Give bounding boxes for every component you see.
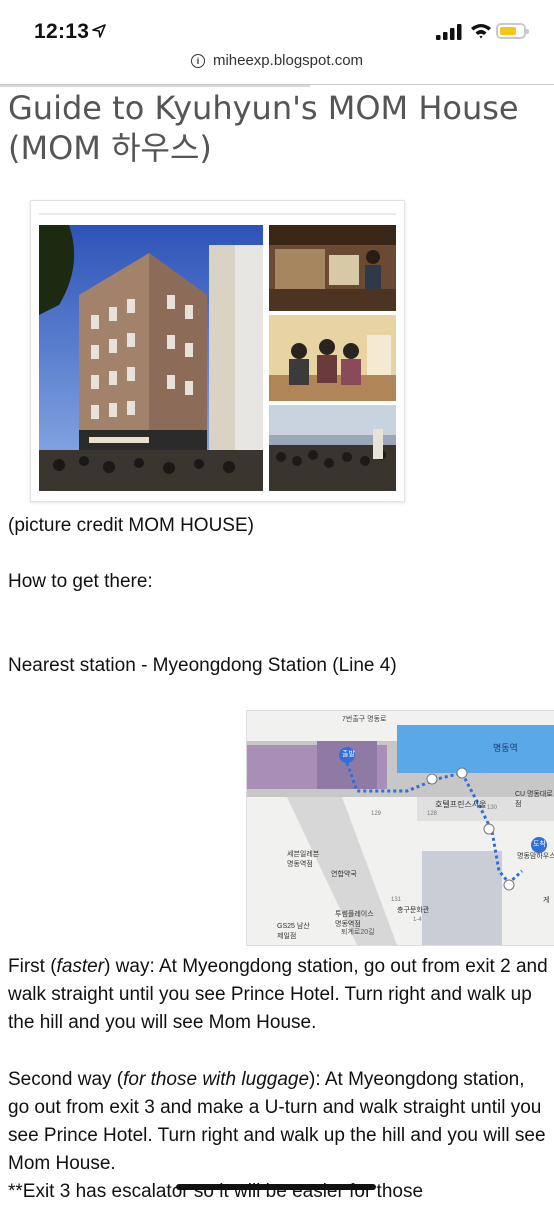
how-to-heading: How to get there:	[8, 571, 153, 592]
map-label-pharmacy: 연합약국	[331, 871, 357, 878]
map-label-gs: GS25 남산제일점	[277, 923, 310, 940]
map-label-seven: 세븐일레븐 명동역점	[287, 851, 320, 868]
nearest-station: Nearest station - Myeongdong Station (Li…	[8, 655, 397, 676]
map-label-prince: 호텔프린스서울	[435, 800, 487, 809]
map-label-128: 128	[427, 811, 438, 817]
map-label-mom: 명동맘하우스	[517, 853, 554, 860]
map-label-129: 129	[371, 811, 382, 817]
status-time: 12:13	[34, 20, 90, 43]
mom-house-photo[interactable]	[30, 200, 405, 502]
family-photo	[269, 315, 396, 401]
map-arrive-label: 도착	[533, 841, 546, 848]
page-load-progress	[0, 85, 310, 87]
map-label-130: 130	[487, 805, 498, 811]
info-icon[interactable]: i	[190, 54, 205, 69]
url-text[interactable]: miheexp.blogspot.com	[213, 52, 363, 69]
post-title: Guide to Kyuhyun's MOM House (MOM 하우스)	[8, 89, 519, 167]
map-label-two: 투썸플레이스 명동역점	[335, 911, 374, 928]
building-photo	[39, 225, 263, 491]
photo-credit: (picture credit MOM HOUSE)	[8, 515, 254, 536]
cellular-signal-icon	[436, 24, 462, 40]
second-way-paragraph: Second way (for those with luggage): At …	[8, 1069, 546, 1174]
exit-note: **Exit 3 has escalator so it will be eas…	[8, 1181, 424, 1202]
map-label-14: 1-4	[413, 917, 422, 923]
home-indicator[interactable]	[176, 1184, 376, 1190]
map-label-131: 131	[391, 897, 402, 903]
address-bar[interactable]: i miheexp.blogspot.com	[0, 52, 554, 86]
first-way-paragraph: First (faster) way: At Myeongdong statio…	[8, 956, 548, 1033]
route-map[interactable]: 명동역 출발 도착 7번출구 명동로 호텔프린스서울 CU 명동대로점 세븐일레…	[246, 710, 554, 946]
map-station-label: 명동역	[493, 743, 518, 753]
battery-icon	[496, 23, 529, 39]
map-label-top: 7번출구 명동로	[342, 716, 387, 723]
map-label-cu: CU 명동대로점	[515, 791, 553, 808]
crowd-photo	[269, 405, 396, 491]
map-start-label: 출발	[342, 751, 355, 758]
map-label-culture: 충구문화관	[397, 907, 430, 914]
map-label-ge: 게	[543, 897, 550, 904]
location-arrow-icon	[92, 24, 106, 38]
cafe-interior-photo	[269, 225, 396, 311]
wifi-icon	[471, 24, 491, 39]
map-label-road: 퇴계로20길	[341, 929, 375, 936]
